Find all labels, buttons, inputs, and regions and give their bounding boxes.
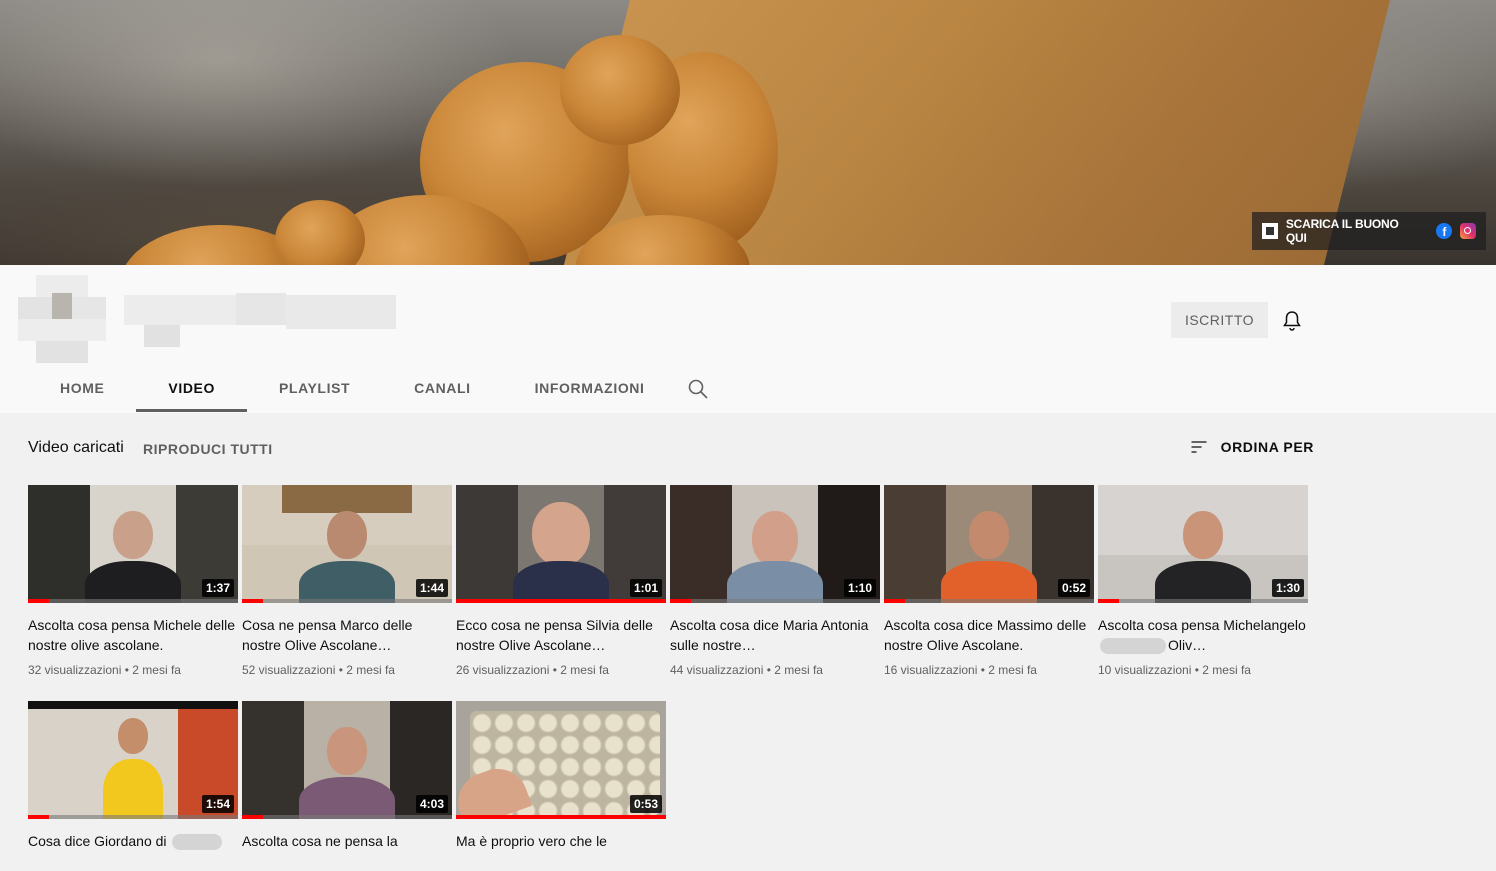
video-thumbnail[interactable]: 1:54 — [28, 701, 238, 819]
watch-progress — [242, 599, 452, 603]
banner-link-label[interactable]: SCARICA IL BUONO QUI — [1286, 217, 1421, 245]
play-all-button[interactable]: RIPRODUCI TUTTI — [143, 441, 273, 457]
video-title[interactable]: Cosa ne pensa Marco delle nostre Olive A… — [242, 615, 452, 655]
video-duration: 0:52 — [1057, 579, 1090, 597]
video-card[interactable]: 1:10 Ascolta cosa dice Maria Antonia sul… — [670, 485, 880, 677]
video-meta: 44 visualizzazioni • 2 mesi fa — [670, 663, 823, 677]
video-card[interactable]: 4:03 Ascolta cosa ne pensa la — [242, 701, 452, 871]
watch-progress — [884, 599, 1094, 603]
sort-button[interactable]: ORDINA PER — [1189, 437, 1314, 457]
search-icon[interactable] — [686, 377, 710, 401]
video-duration: 1:01 — [629, 579, 662, 597]
instagram-icon[interactable] — [1460, 223, 1476, 239]
channel-tabs: HOME VIDEO PLAYLIST CANALI INFORMAZIONI — [28, 366, 677, 412]
video-duration: 0:53 — [629, 795, 662, 813]
banner-olive-ball — [560, 35, 680, 145]
video-thumbnail[interactable]: 1:10 — [670, 485, 880, 603]
video-card[interactable]: 1:44 Cosa ne pensa Marco delle nostre Ol… — [242, 485, 452, 677]
video-duration: 1:37 — [201, 579, 234, 597]
video-title[interactable]: Ascolta cosa pensa Michele delle nostre … — [28, 615, 238, 655]
tab-home[interactable]: HOME — [28, 366, 136, 412]
video-meta: 16 visualizzazioni • 2 mesi fa — [884, 663, 1037, 677]
video-thumbnail[interactable]: 0:53 — [456, 701, 666, 819]
video-card[interactable]: 1:37 Ascolta cosa pensa Michele delle no… — [28, 485, 238, 677]
redacted-name — [1100, 638, 1166, 655]
video-thumbnail[interactable]: 0:52 — [884, 485, 1094, 603]
bell-icon[interactable] — [1280, 309, 1304, 333]
video-duration: 1:30 — [1271, 579, 1304, 597]
video-duration: 1:54 — [201, 795, 234, 813]
video-meta: 52 visualizzazioni • 2 mesi fa — [242, 663, 395, 677]
video-title[interactable]: Ascolta cosa pensa Michelangelo Oliv… — [1098, 615, 1308, 655]
qr-code-icon — [1262, 223, 1278, 239]
video-card[interactable]: 1:54 Cosa dice Giordano di — [28, 701, 238, 871]
video-title[interactable]: Ma è proprio vero che le — [456, 831, 666, 871]
watch-progress — [1098, 599, 1308, 603]
subscribed-button[interactable]: ISCRITTO — [1171, 302, 1268, 338]
video-title[interactable]: Ecco cosa ne pensa Silvia delle nostre O… — [456, 615, 666, 655]
video-meta: 26 visualizzazioni • 2 mesi fa — [456, 663, 609, 677]
uploads-header: Video caricati RIPRODUCI TUTTI ORDINA PE… — [28, 437, 1314, 461]
watch-progress — [242, 815, 452, 819]
tab-video[interactable]: VIDEO — [136, 366, 247, 412]
sort-icon — [1191, 441, 1207, 453]
sort-label: ORDINA PER — [1220, 439, 1314, 455]
watch-progress — [28, 599, 238, 603]
video-duration: 1:44 — [415, 579, 448, 597]
video-duration: 4:03 — [415, 795, 448, 813]
video-thumbnail[interactable]: 4:03 — [242, 701, 452, 819]
video-title[interactable]: Cosa dice Giordano di — [28, 831, 238, 871]
redacted-name — [172, 834, 223, 851]
channel-avatar[interactable] — [18, 275, 106, 363]
video-card[interactable]: 0:52 Ascolta cosa dice Massimo delle nos… — [884, 485, 1094, 677]
banner-links[interactable]: SCARICA IL BUONO QUI f — [1252, 212, 1486, 250]
watch-progress — [670, 599, 880, 603]
video-title[interactable]: Ascolta cosa dice Massimo delle nostre O… — [884, 615, 1094, 655]
channel-name-blurred — [124, 293, 396, 347]
video-meta: 32 visualizzazioni • 2 mesi fa — [28, 663, 181, 677]
watch-progress — [456, 599, 666, 603]
section-title: Video caricati — [28, 439, 124, 456]
video-thumbnail[interactable]: 1:30 — [1098, 485, 1308, 603]
tab-playlist[interactable]: PLAYLIST — [247, 366, 382, 412]
tab-informazioni[interactable]: INFORMAZIONI — [503, 366, 677, 412]
video-card[interactable]: 1:30 Ascolta cosa pensa Michelangelo Oli… — [1098, 485, 1308, 677]
video-card[interactable]: 1:01 Ecco cosa ne pensa Silvia delle nos… — [456, 485, 666, 677]
watch-progress — [456, 815, 666, 819]
video-title[interactable]: Ascolta cosa ne pensa la — [242, 831, 452, 871]
video-thumbnail[interactable]: 1:37 — [28, 485, 238, 603]
video-card[interactable]: 0:53 Ma è proprio vero che le — [456, 701, 666, 871]
video-title[interactable]: Ascolta cosa dice Maria Antonia sulle no… — [670, 615, 880, 655]
video-thumbnail[interactable]: 1:44 — [242, 485, 452, 603]
video-meta: 10 visualizzazioni • 2 mesi fa — [1098, 663, 1251, 677]
video-thumbnail[interactable]: 1:01 — [456, 485, 666, 603]
channel-banner: SCARICA IL BUONO QUI f — [0, 0, 1496, 265]
tab-canali[interactable]: CANALI — [382, 366, 502, 412]
channel-header: ISCRITTO HOME VIDEO PLAYLIST CANALI INFO… — [0, 265, 1496, 413]
video-duration: 1:10 — [843, 579, 876, 597]
facebook-icon[interactable]: f — [1436, 223, 1453, 239]
watch-progress — [28, 815, 238, 819]
